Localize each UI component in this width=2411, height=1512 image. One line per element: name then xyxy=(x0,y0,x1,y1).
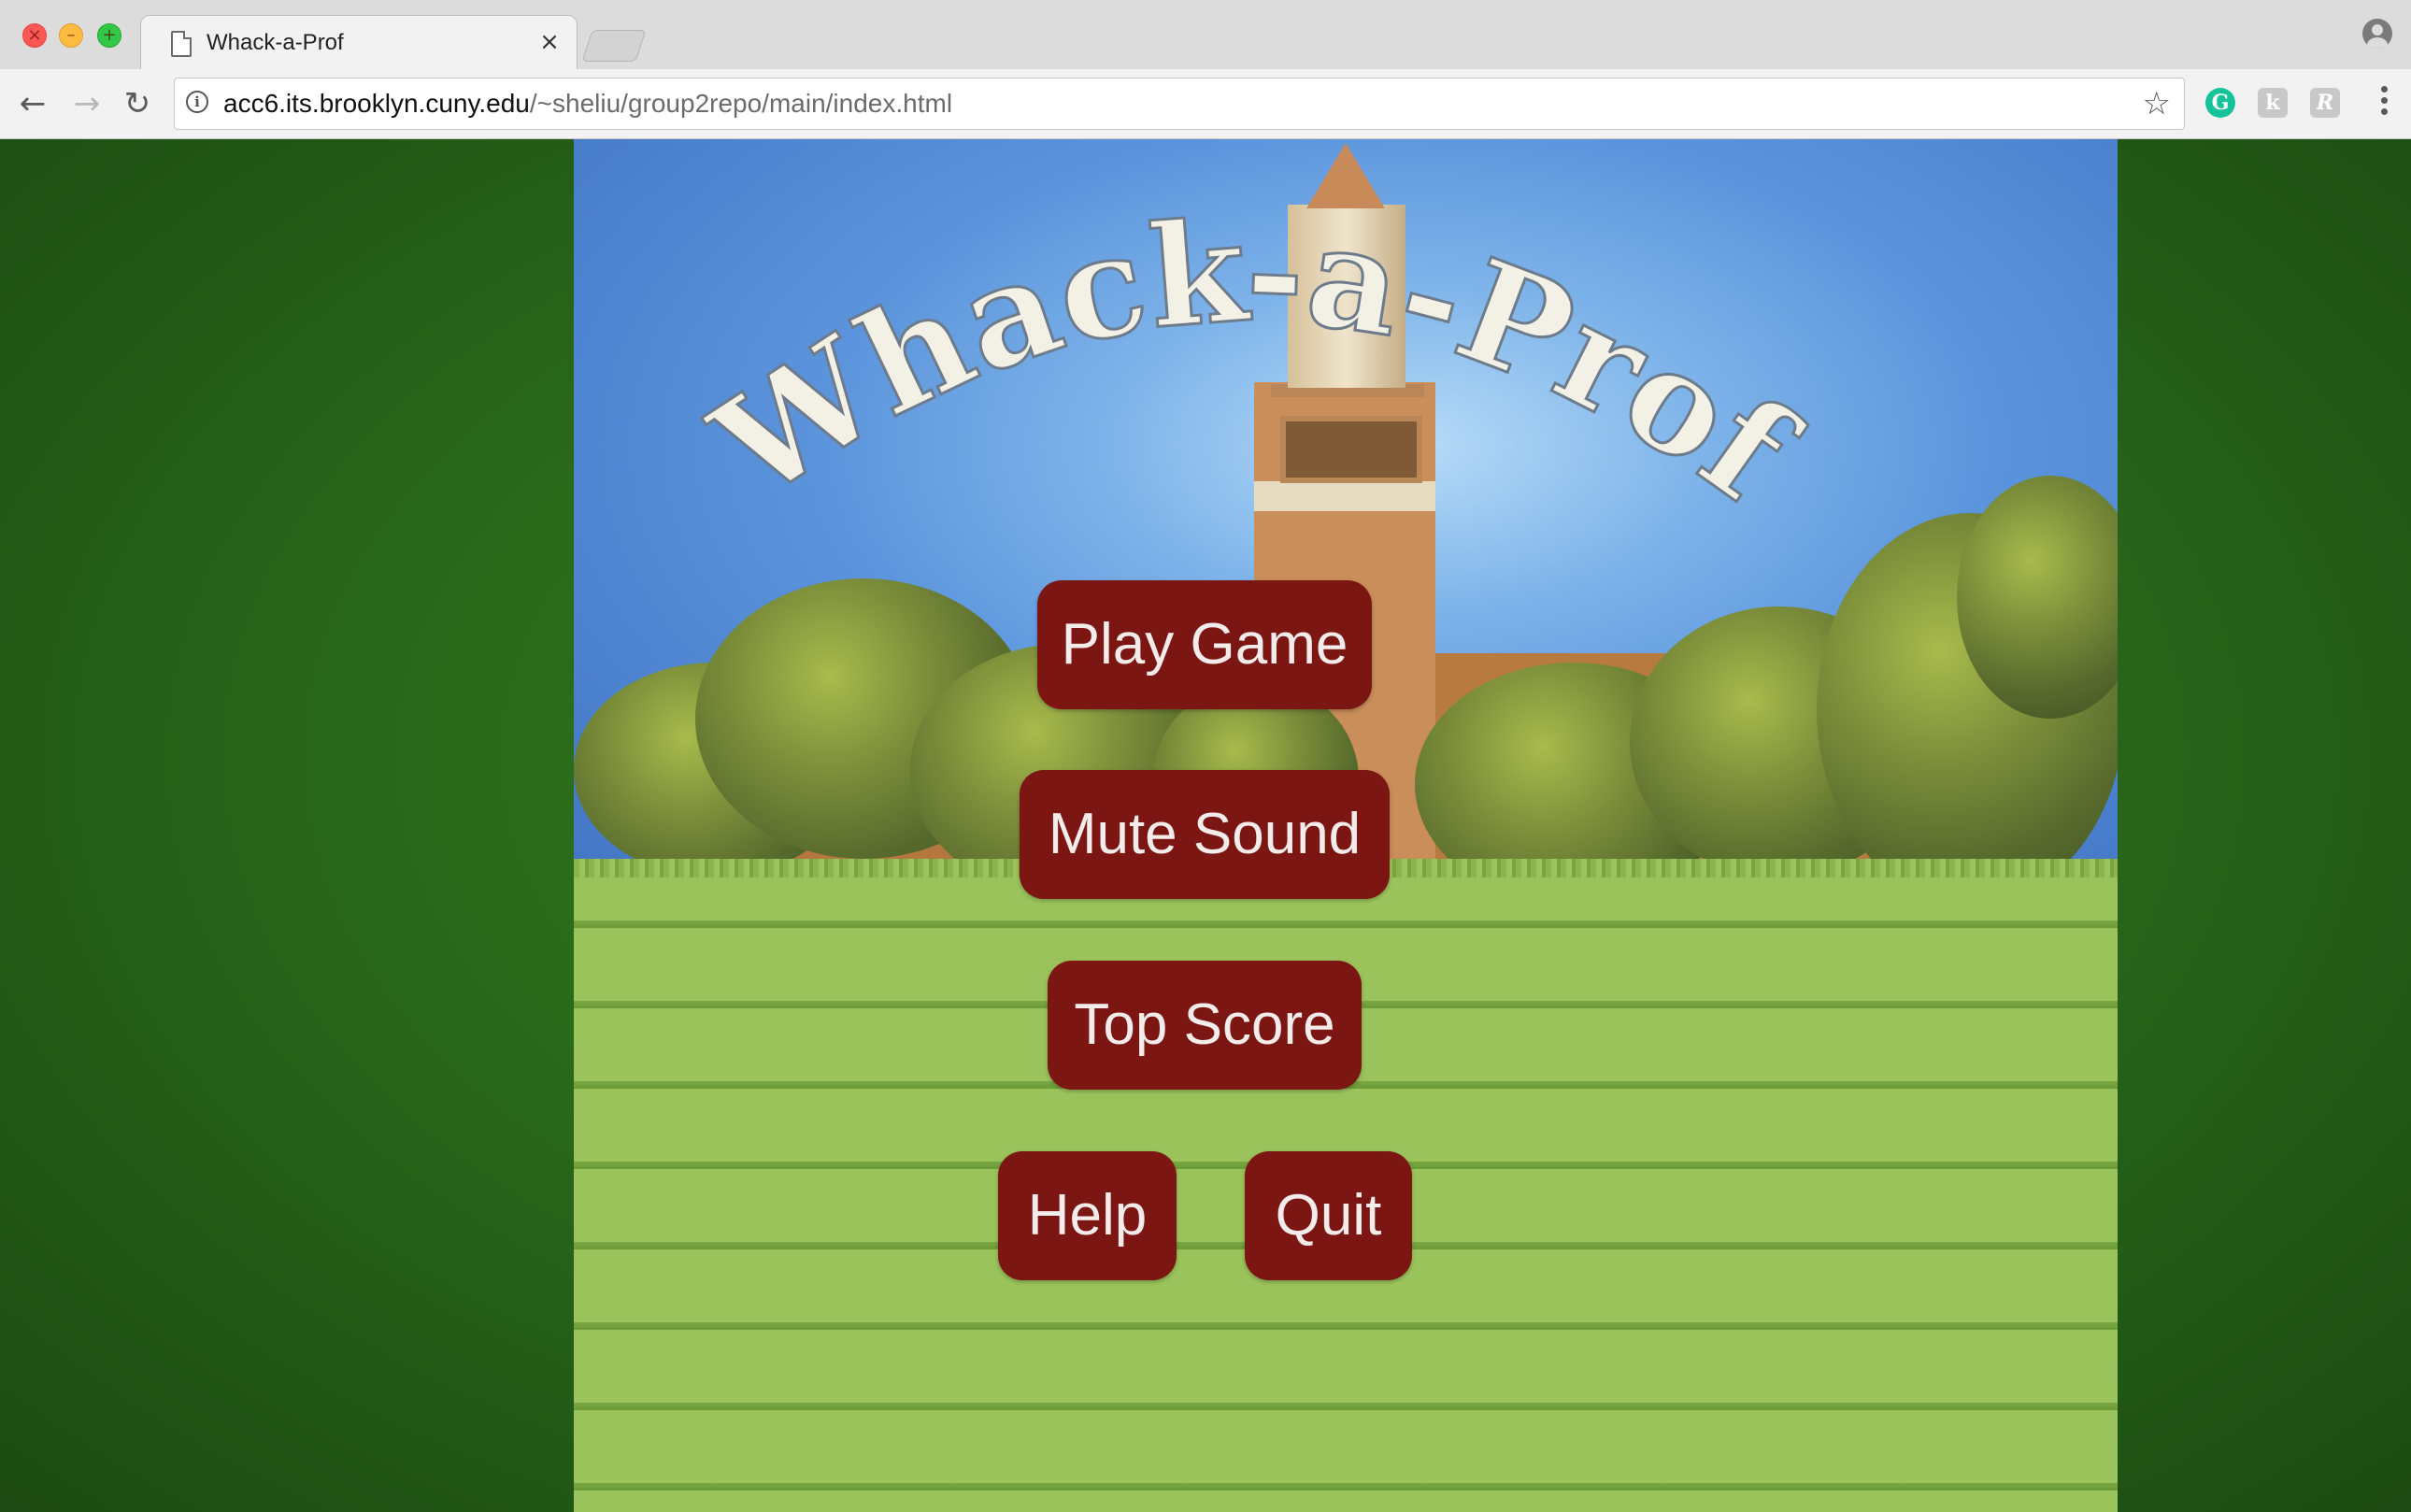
reload-icon[interactable]: ↻ xyxy=(116,82,159,125)
r-extension-icon[interactable]: R xyxy=(2310,88,2340,118)
back-arrow-icon[interactable]: ← xyxy=(11,82,54,125)
play-game-button[interactable]: Play Game xyxy=(1037,580,1372,709)
star-icon[interactable]: ☆ xyxy=(2143,85,2171,122)
game-canvas: Whack-a-Prof Play Game Mute Sound Top Sc… xyxy=(574,139,2118,1512)
minimize-icon: – xyxy=(66,25,76,45)
info-icon[interactable]: i xyxy=(186,91,208,113)
tab-title: Whack-a-Prof xyxy=(207,30,344,55)
close-icon: × xyxy=(27,25,42,45)
quit-button[interactable]: Quit xyxy=(1245,1151,1412,1280)
maximize-window-button[interactable]: + xyxy=(97,23,121,48)
forward-arrow-icon[interactable]: → xyxy=(65,82,108,125)
k-extension-icon[interactable]: k xyxy=(2258,88,2288,118)
profile-icon[interactable] xyxy=(2362,19,2392,49)
document-icon xyxy=(171,31,192,57)
top-score-button[interactable]: Top Score xyxy=(1048,961,1362,1090)
page-viewport: Whack-a-Prof Play Game Mute Sound Top Sc… xyxy=(0,139,2411,1512)
url-text[interactable]: acc6.its.brooklyn.cuny.edu/~sheliu/group… xyxy=(223,89,952,119)
grammarly-extension-icon[interactable]: G xyxy=(2205,88,2235,118)
url-host: acc6.its.brooklyn.cuny.edu xyxy=(223,89,530,118)
tab-strip: × – + Whack-a-Prof × xyxy=(0,0,2411,70)
maximize-icon: + xyxy=(102,25,117,45)
url-path: /~sheliu/group2repo/main/index.html xyxy=(529,89,953,118)
minimize-window-button[interactable]: – xyxy=(59,23,83,48)
help-button[interactable]: Help xyxy=(998,1151,1177,1280)
close-window-button[interactable]: × xyxy=(22,23,47,48)
game-title: Whack-a-Prof xyxy=(684,188,1826,539)
menu-dots-icon[interactable] xyxy=(2379,86,2389,121)
new-tab-button[interactable] xyxy=(581,30,647,62)
game-title-text: Whack-a-Prof xyxy=(685,189,1824,537)
browser-tab[interactable]: Whack-a-Prof × xyxy=(140,15,578,70)
mute-sound-button[interactable]: Mute Sound xyxy=(1020,770,1390,899)
tab-close-icon[interactable]: × xyxy=(535,28,564,56)
game-title-path: Whack-a-Prof xyxy=(684,188,1826,539)
browser-toolbar: ← → ↻ i acc6.its.brooklyn.cuny.edu/~shel… xyxy=(0,69,2411,139)
address-bar[interactable]: i acc6.its.brooklyn.cuny.edu/~sheliu/gro… xyxy=(174,78,2185,130)
